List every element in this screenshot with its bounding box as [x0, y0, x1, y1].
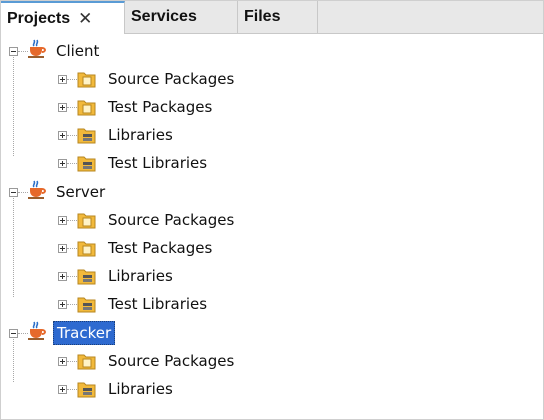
collapse-icon[interactable] — [9, 329, 18, 338]
expand-icon[interactable] — [58, 75, 67, 84]
project-tree[interactable]: Client Source Packages Test Packages Lib… — [1, 34, 543, 419]
package-folder-icon — [77, 241, 96, 257]
tree-item-test-libraries[interactable]: Test Libraries — [108, 293, 207, 315]
tree-item-libraries[interactable]: Libraries — [108, 378, 173, 400]
project-cup-icon — [28, 39, 46, 58]
tree-item-libraries[interactable]: Libraries — [108, 265, 173, 287]
expand-icon[interactable] — [58, 272, 67, 281]
library-folder-icon — [77, 156, 96, 172]
library-folder-icon — [77, 269, 96, 285]
tree-item-libraries[interactable]: Libraries — [108, 124, 173, 146]
tab-projects[interactable]: Projects ✕ — [1, 1, 125, 34]
expand-icon[interactable] — [58, 103, 67, 112]
tree-item-source-packages[interactable]: Source Packages — [108, 68, 234, 90]
expand-icon[interactable] — [58, 357, 67, 366]
tree-item-test-packages[interactable]: Test Packages — [108, 237, 212, 259]
package-folder-icon — [77, 72, 96, 88]
tree-item-test-libraries[interactable]: Test Libraries — [108, 152, 207, 174]
project-cup-icon — [28, 321, 46, 340]
tab-projects-label: Projects — [7, 9, 71, 27]
tree-guide-line — [13, 337, 14, 382]
library-folder-icon — [77, 128, 96, 144]
library-folder-icon — [77, 382, 96, 398]
tree-item-source-packages[interactable]: Source Packages — [108, 209, 234, 231]
project-node-tracker[interactable]: Tracker — [53, 321, 116, 345]
collapse-icon[interactable] — [9, 188, 18, 197]
tree-guide-line — [13, 55, 14, 156]
library-folder-icon — [77, 297, 96, 313]
projects-window: Projects ✕ Services Files Client Source … — [0, 0, 544, 420]
tab-services-label: Services — [131, 8, 197, 25]
expand-icon[interactable] — [58, 131, 67, 140]
package-folder-icon — [77, 354, 96, 370]
tree-item-source-packages[interactable]: Source Packages — [108, 350, 234, 372]
tab-files-label: Files — [244, 8, 281, 25]
project-node-client[interactable]: Client — [56, 40, 99, 62]
expand-icon[interactable] — [58, 244, 67, 253]
package-folder-icon — [77, 213, 96, 229]
close-icon[interactable]: ✕ — [78, 9, 92, 29]
expand-icon[interactable] — [58, 385, 67, 394]
tab-files[interactable]: Files — [238, 1, 318, 33]
collapse-icon[interactable] — [9, 47, 18, 56]
tab-services[interactable]: Services — [125, 1, 238, 33]
tree-guide-line — [13, 196, 14, 297]
package-folder-icon — [77, 100, 96, 116]
tree-item-test-packages[interactable]: Test Packages — [108, 96, 212, 118]
expand-icon[interactable] — [58, 159, 67, 168]
project-node-server[interactable]: Server — [56, 181, 105, 203]
project-cup-icon — [28, 180, 46, 199]
tab-bar: Projects ✕ Services Files — [1, 1, 543, 34]
expand-icon[interactable] — [58, 216, 67, 225]
expand-icon[interactable] — [58, 300, 67, 309]
